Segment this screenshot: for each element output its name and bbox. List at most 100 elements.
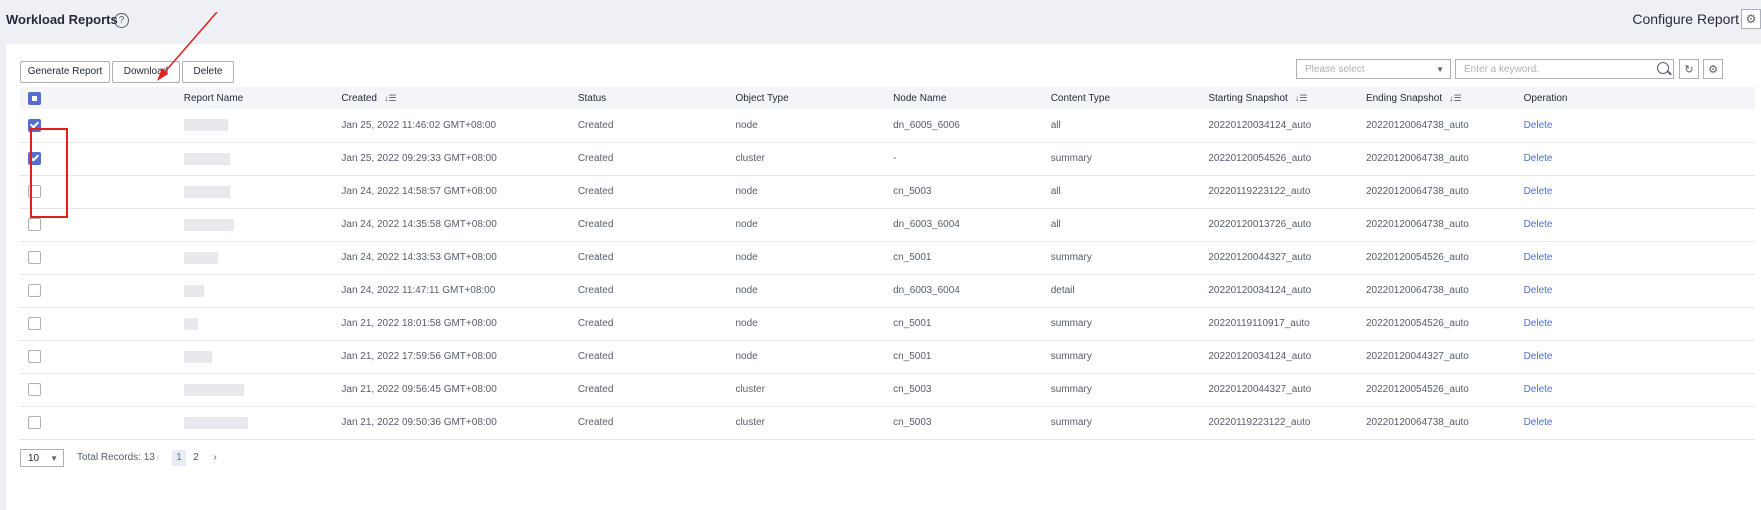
gear-icon[interactable]: ⚙ [1741,9,1761,29]
delete-link-text[interactable]: Delete [1524,120,1553,131]
col-starting-snapshot[interactable]: Starting Snapshot ↓☰ [1208,87,1366,109]
table-row[interactable]: Jan 24, 2022 14:58:57 GMT+08:00 Created no… [20,175,1755,208]
delete-link-text[interactable]: Delete [1524,351,1553,362]
table-row[interactable]: Jan 21, 2022 09:50:36 GMT+08:00 Created cl… [20,406,1755,439]
row-select-cell [20,373,184,406]
question-circle-icon[interactable]: ? [114,13,129,28]
created-cell-text: Jan 21, 2022 09:56:45 GMT+08:00 [341,384,497,395]
col-starting-snapshot-label: Starting Snapshot [1208,92,1288,104]
status-cell-text: Created [577,153,614,164]
content-type-cell: summary [1051,142,1209,175]
object-type-cell: cluster [735,373,893,406]
status-cell: Created [578,340,736,373]
row-checkbox[interactable] [28,416,41,429]
content-type-cell-text: all [1050,186,1061,197]
ending-snapshot-cell: 20220120064738_auto [1366,274,1524,307]
next-page-icon[interactable]: › [208,450,222,466]
row-checkbox[interactable] [28,218,41,231]
row-checkbox[interactable] [28,350,41,363]
search-icon[interactable] [1657,62,1669,74]
node-name-cell: cn_5003 [893,373,1051,406]
row-checkbox[interactable] [28,251,41,264]
starting-snapshot-cell-text: 20220120034124_auto [1208,351,1312,362]
starting-snapshot-cell: 20220120044327_auto [1208,241,1366,274]
generate-report-button[interactable]: Generate Report [20,61,110,83]
node-name-cell: cn_5001 [893,307,1051,340]
settings-icon[interactable]: ⚙ [1703,59,1723,79]
row-select-cell [20,307,184,340]
starting-snapshot-cell: 20220119223122_auto [1208,406,1366,439]
table-row[interactable]: Jan 25, 2022 09:29:33 GMT+08:00 Created cl… [20,142,1755,175]
page-size-select[interactable]: 10 ▼ [20,449,64,467]
status-cell-text: Created [577,384,614,395]
col-ending-snapshot[interactable]: Ending Snapshot ↓☰ [1366,87,1524,109]
configure-report-link[interactable]: Configure Report [1632,11,1739,27]
delete-link: Delete [1524,241,1755,274]
row-select-cell [20,340,184,373]
report-name-cell [183,142,342,175]
ending-snapshot-cell-text: 20220120064738_auto [1365,417,1469,428]
delete-link-text[interactable]: Delete [1524,219,1553,230]
search-input[interactable]: Enter a keyword. [1455,59,1674,79]
delete-link-text[interactable]: Delete [1524,186,1553,197]
ending-snapshot-cell: 20220120064738_auto [1366,406,1524,439]
table-row[interactable]: Jan 21, 2022 17:59:56 GMT+08:00 Created no… [20,340,1755,373]
sort-icon[interactable]: ↓☰ [384,93,397,104]
delete-link-text[interactable]: Delete [1524,417,1553,428]
ending-snapshot-cell: 20220120064738_auto [1366,175,1524,208]
prev-page-icon[interactable]: ‹ [151,450,165,466]
delete-link: Delete [1524,274,1755,307]
table-row[interactable]: Jan 25, 2022 11:46:02 GMT+08:00 Created no… [20,109,1755,142]
content-type-cell-text: summary [1050,351,1092,362]
starting-snapshot-cell-text: 20220120034124_auto [1208,285,1312,296]
page-2[interactable]: 2 [189,450,203,466]
starting-snapshot-cell: 20220120054526_auto [1208,142,1366,175]
ending-snapshot-cell: 20220120054526_auto [1366,307,1524,340]
report-name-cell [183,307,342,340]
starting-snapshot-cell-text: 20220119223122_auto [1208,186,1311,197]
row-select-cell [20,241,184,274]
table-row[interactable]: Jan 21, 2022 09:56:45 GMT+08:00 Created cl… [20,373,1755,406]
table-row[interactable]: Jan 24, 2022 11:47:11 GMT+08:00 Created no… [20,274,1755,307]
row-checkbox[interactable] [28,284,41,297]
created-cell: Jan 25, 2022 11:46:02 GMT+08:00 [341,109,577,142]
delete-link-text[interactable]: Delete [1524,285,1553,296]
page-1[interactable]: 1 [172,450,186,466]
row-checkbox[interactable] [28,383,41,396]
node-name-cell-text: dn_6005_6006 [893,119,960,131]
col-created[interactable]: Created ↓☰ [341,87,577,109]
created-cell-text: Jan 21, 2022 18:01:58 GMT+08:00 [341,318,497,329]
node-name-cell-text: dn_6003_6004 [893,285,960,296]
content-type-cell: all [1051,208,1209,241]
redacted-report-name [183,152,230,165]
delete-link-text[interactable]: Delete [1524,252,1553,263]
status-cell-text: Created [577,186,614,197]
select-all-checkbox[interactable] [28,91,41,105]
col-ending-snapshot-label: Ending Snapshot [1365,92,1443,104]
created-cell: Jan 24, 2022 11:47:11 GMT+08:00 [341,274,577,307]
status-cell: Created [578,142,736,175]
sort-icon[interactable]: ↓☰ [1295,93,1308,104]
delete-link: Delete [1524,373,1755,406]
report-name-cell [183,241,342,274]
delete-link-text[interactable]: Delete [1524,318,1553,329]
redacted-report-name [183,383,244,396]
filter-select[interactable]: Please select ▼ [1296,59,1451,79]
table-row[interactable]: Jan 24, 2022 14:35:58 GMT+08:00 Created no… [20,208,1755,241]
content-type-cell: all [1051,109,1209,142]
col-status: Status [577,92,607,104]
content-type-cell: summary [1051,340,1209,373]
node-name-cell-text: cn_5003 [893,384,932,395]
object-type-cell: node [735,274,893,307]
content-type-cell-text: summary [1050,417,1092,428]
table-row[interactable]: Jan 21, 2022 18:01:58 GMT+08:00 Created no… [20,307,1755,340]
sort-icon[interactable]: ↓☰ [1449,93,1462,104]
delete-link-text[interactable]: Delete [1524,384,1553,395]
object-type-cell: cluster [735,406,893,439]
top-bar: Workload Reports ? Configure Report ⚙ [0,0,1761,42]
refresh-icon[interactable]: ↻ [1679,59,1699,79]
row-checkbox[interactable] [28,317,41,330]
redacted-report-name [183,119,228,132]
delete-link-text[interactable]: Delete [1524,153,1553,164]
table-row[interactable]: Jan 24, 2022 14:33:53 GMT+08:00 Created no… [20,241,1755,274]
